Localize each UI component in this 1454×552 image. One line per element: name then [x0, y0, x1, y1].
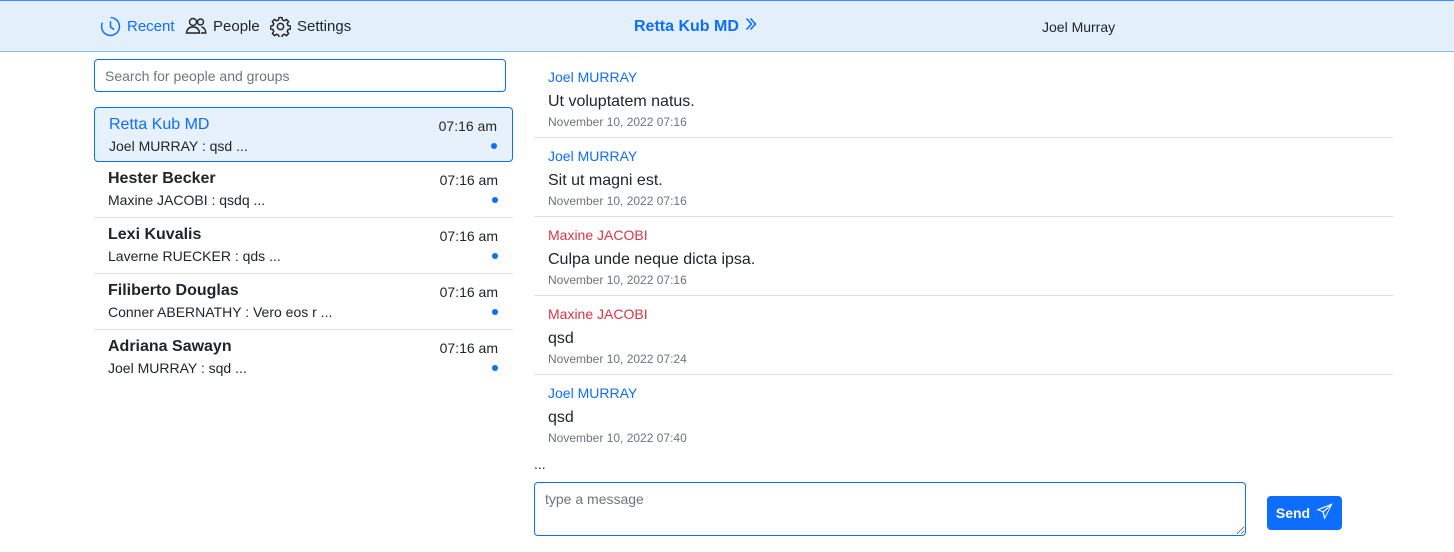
conversation-time: 07:16 am [439, 340, 498, 356]
message-text: Sit ut magni est. [548, 172, 663, 189]
conversation-title-text: Retta Kub MD [634, 17, 739, 35]
unread-dot-icon [491, 143, 497, 149]
conversation-preview: Joel MURRAY : sqd ... [108, 360, 247, 376]
nav-settings-label: Settings [297, 18, 352, 35]
gear-icon [270, 16, 291, 37]
conversation-time: 07:16 am [439, 172, 498, 188]
conversation-title[interactable]: Retta Kub MD [634, 17, 757, 36]
conversation-name: Retta Kub MD [109, 116, 210, 133]
conversation-time: 07:16 am [438, 118, 497, 134]
current-user-name[interactable]: Joel Murray [1042, 19, 1115, 35]
message-date: November 10, 2022 07:16 [548, 115, 687, 129]
message-input[interactable] [534, 482, 1246, 536]
unread-dot-icon [492, 309, 498, 315]
message: Joel MURRAY qsd November 10, 2022 07:40 [534, 375, 1393, 454]
conversation-list: Retta Kub MD 07:16 am Joel MURRAY : qsd … [94, 107, 513, 386]
message-date: November 10, 2022 07:16 [548, 273, 687, 287]
message-text: Ut voluptatem natus. [548, 93, 695, 110]
nav-recent-label: Recent [127, 18, 175, 35]
message-author: Joel MURRAY [548, 69, 638, 85]
unread-dot-icon [492, 365, 498, 371]
send-icon [1316, 503, 1333, 523]
conversation-name: Filiberto Douglas [108, 282, 239, 299]
unread-dot-icon [492, 253, 498, 259]
message-date: November 10, 2022 07:40 [548, 431, 687, 445]
conversation-item[interactable]: Adriana Sawayn 07:16 am Joel MURRAY : sq… [94, 330, 513, 386]
conversation-name: Hester Becker [108, 170, 216, 187]
message-author: Maxine JACOBI [548, 306, 648, 322]
nav-people-label: People [213, 17, 260, 35]
message-text: qsd [548, 330, 574, 347]
conversation-time: 07:16 am [439, 228, 498, 244]
chevron-double-right-icon [745, 17, 757, 36]
send-button-label: Send [1275, 505, 1311, 521]
search-input[interactable] [94, 59, 506, 92]
typing-indicator: ... [534, 456, 546, 472]
message: Maxine JACOBI qsd November 10, 2022 07:2… [534, 296, 1393, 375]
send-button[interactable]: Send [1267, 496, 1342, 530]
conversation-item[interactable]: Retta Kub MD 07:16 am Joel MURRAY : qsd … [94, 107, 513, 162]
top-navbar: Recent People Settings Retta Kub MD Joel… [0, 0, 1454, 52]
conversation-item[interactable]: Hester Becker 07:16 am Maxine JACOBI : q… [94, 162, 513, 218]
message-date: November 10, 2022 07:16 [548, 194, 687, 208]
conversation-preview: Laverne RUECKER : qds ... [108, 248, 281, 264]
message: Joel MURRAY Ut voluptatem natus. Novembe… [534, 59, 1393, 138]
message-text: qsd [548, 409, 574, 426]
message-list: Joel MURRAY Ut voluptatem natus. Novembe… [534, 59, 1393, 454]
message-author: Joel MURRAY [548, 385, 638, 401]
conversation-preview: Conner ABERNATHY : Vero eos r ... [108, 304, 333, 320]
message-date: November 10, 2022 07:24 [548, 352, 687, 366]
conversation-item[interactable]: Filiberto Douglas 07:16 am Conner ABERNA… [94, 274, 513, 330]
message-author: Maxine JACOBI [548, 227, 648, 243]
nav-settings[interactable]: Settings [270, 16, 351, 37]
conversation-name: Lexi Kuvalis [108, 226, 202, 243]
conversation-preview: Joel MURRAY : qsd ... [109, 138, 248, 154]
message-text: Culpa unde neque dicta ipsa. [548, 251, 756, 268]
message: Maxine JACOBI Culpa unde neque dicta ips… [534, 217, 1393, 296]
conversation-preview: Maxine JACOBI : qsdq ... [108, 192, 266, 208]
unread-dot-icon [492, 197, 498, 203]
message-author: Joel MURRAY [548, 148, 638, 164]
conversation-item[interactable]: Lexi Kuvalis 07:16 am Laverne RUECKER : … [94, 218, 513, 274]
conversation-time: 07:16 am [439, 284, 498, 300]
nav-recent[interactable]: Recent [100, 16, 175, 37]
nav-people[interactable]: People [185, 16, 260, 36]
clock-icon [100, 16, 121, 37]
people-icon [185, 16, 207, 36]
conversation-name: Adriana Sawayn [108, 338, 232, 355]
message: Joel MURRAY Sit ut magni est. November 1… [534, 138, 1393, 217]
